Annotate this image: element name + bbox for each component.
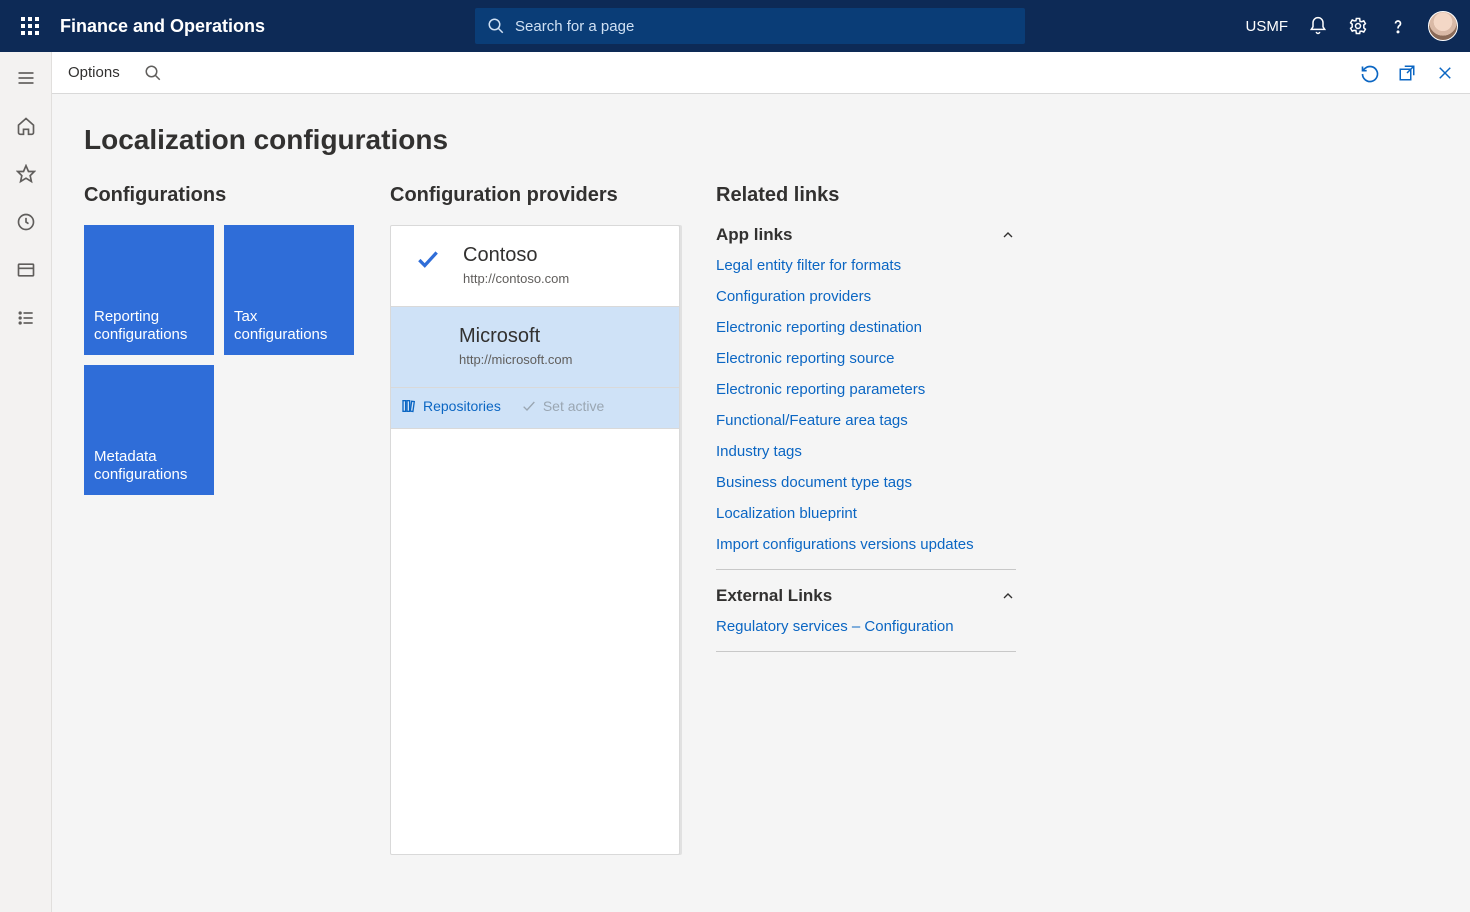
help-button[interactable] [1388, 16, 1408, 36]
content-columns: Configurations Reporting configurations … [84, 184, 1438, 855]
provider-name: Contoso [463, 244, 569, 267]
providers-section: Configuration providers Contoso http://c… [390, 184, 680, 855]
app-links-heading: App links [716, 225, 793, 245]
global-search-input[interactable] [515, 18, 1013, 35]
related-links-section: Related links App links Legal entity fil… [716, 184, 1016, 668]
bell-icon [1308, 16, 1328, 36]
settings-button[interactable] [1348, 16, 1368, 36]
question-icon [1388, 16, 1408, 36]
provider-url: http://microsoft.com [459, 352, 572, 367]
close-icon [1436, 64, 1454, 82]
provider-head: Microsoft http://microsoft.com [459, 325, 659, 367]
set-active-button[interactable]: Set active [521, 398, 604, 414]
link-item[interactable]: Regulatory services – Configuration [716, 618, 1016, 635]
close-button[interactable] [1436, 64, 1454, 82]
search-icon [487, 17, 505, 35]
global-search[interactable] [475, 8, 1025, 44]
link-item[interactable]: Configuration providers [716, 288, 1016, 305]
app-launcher-button[interactable] [12, 8, 48, 44]
popout-icon [1398, 64, 1416, 82]
providers-heading: Configuration providers [390, 184, 680, 207]
star-icon [16, 164, 36, 184]
app-links-group: App links Legal entity filter for format… [716, 225, 1016, 570]
provider-actions: Repositories Set active [391, 388, 679, 429]
books-icon [401, 398, 417, 414]
provider-card[interactable]: Microsoft http://microsoft.com [391, 307, 679, 388]
user-avatar[interactable] [1428, 11, 1458, 41]
link-item[interactable]: Industry tags [716, 443, 1016, 460]
provider-text: Microsoft http://microsoft.com [459, 325, 572, 367]
link-item[interactable]: Localization blueprint [716, 505, 1016, 522]
modules-button[interactable] [8, 300, 44, 336]
options-menu[interactable]: Options [68, 64, 120, 81]
link-item[interactable]: Electronic reporting destination [716, 319, 1016, 336]
link-item[interactable]: Legal entity filter for formats [716, 257, 1016, 274]
set-active-label: Set active [543, 398, 604, 414]
action-pane-right [1360, 64, 1454, 82]
collapse-button[interactable] [1000, 227, 1016, 243]
header-utilities: USMF [1246, 11, 1459, 41]
link-item[interactable]: Functional/Feature area tags [716, 412, 1016, 429]
configurations-heading: Configurations [84, 184, 354, 207]
chevron-up-icon [1000, 588, 1016, 604]
left-nav-rail [0, 52, 52, 912]
repositories-button[interactable]: Repositories [401, 398, 501, 414]
provider-url: http://contoso.com [463, 271, 569, 286]
nav-expand-button[interactable] [8, 60, 44, 96]
gear-icon [1348, 16, 1368, 36]
page-title: Localization configurations [84, 124, 1438, 156]
tile-label: Tax configurations [234, 308, 344, 346]
repositories-label: Repositories [423, 398, 501, 414]
favorites-button[interactable] [8, 156, 44, 192]
refresh-button[interactable] [1360, 64, 1378, 82]
provider-head: Contoso http://contoso.com [411, 244, 659, 286]
tile-label: Metadata configurations [94, 448, 204, 486]
page-search-button[interactable] [144, 64, 162, 82]
provider-card[interactable]: Contoso http://contoso.com [391, 226, 679, 307]
waffle-icon [21, 17, 39, 35]
check-icon [521, 398, 537, 414]
external-links-heading: External Links [716, 586, 832, 606]
active-check-icon [411, 244, 445, 274]
provider-name: Microsoft [459, 325, 572, 348]
workspace-icon [16, 260, 36, 280]
global-header: Finance and Operations USMF [0, 0, 1470, 52]
tile-metadata-configurations[interactable]: Metadata configurations [84, 365, 214, 495]
search-icon [144, 64, 162, 82]
external-links-group: External Links Regulatory services – Con… [716, 586, 1016, 652]
external-links-heading-row[interactable]: External Links [716, 586, 1016, 606]
home-icon [16, 116, 36, 136]
tile-tax-configurations[interactable]: Tax configurations [224, 225, 354, 355]
configurations-section: Configurations Reporting configurations … [84, 184, 354, 495]
tile-label: Reporting configurations [94, 308, 204, 346]
app-title: Finance and Operations [60, 16, 265, 37]
app-links-heading-row[interactable]: App links [716, 225, 1016, 245]
provider-text: Contoso http://contoso.com [463, 244, 569, 286]
refresh-icon [1360, 64, 1380, 84]
home-button[interactable] [8, 108, 44, 144]
page-content: Localization configurations Configuratio… [52, 94, 1470, 912]
related-links-heading: Related links [716, 184, 1016, 207]
list-icon [16, 308, 36, 328]
clock-icon [16, 212, 36, 232]
workspaces-button[interactable] [8, 252, 44, 288]
collapse-button[interactable] [1000, 588, 1016, 604]
popout-button[interactable] [1398, 64, 1416, 82]
link-item[interactable]: Import configurations versions updates [716, 536, 1016, 553]
tile-reporting-configurations[interactable]: Reporting configurations [84, 225, 214, 355]
link-item[interactable]: Electronic reporting source [716, 350, 1016, 367]
hamburger-icon [16, 68, 36, 88]
providers-panel: Contoso http://contoso.com Microsoft htt… [390, 225, 680, 855]
recent-button[interactable] [8, 204, 44, 240]
link-item[interactable]: Business document type tags [716, 474, 1016, 491]
company-selector[interactable]: USMF [1246, 18, 1289, 35]
tile-grid: Reporting configurations Tax configurati… [84, 225, 354, 495]
app-links-list: Legal entity filter for formats Configur… [716, 257, 1016, 553]
external-links-list: Regulatory services – Configuration [716, 618, 1016, 635]
link-item[interactable]: Electronic reporting parameters [716, 381, 1016, 398]
action-pane: Options [52, 52, 1470, 94]
chevron-up-icon [1000, 227, 1016, 243]
notifications-button[interactable] [1308, 16, 1328, 36]
